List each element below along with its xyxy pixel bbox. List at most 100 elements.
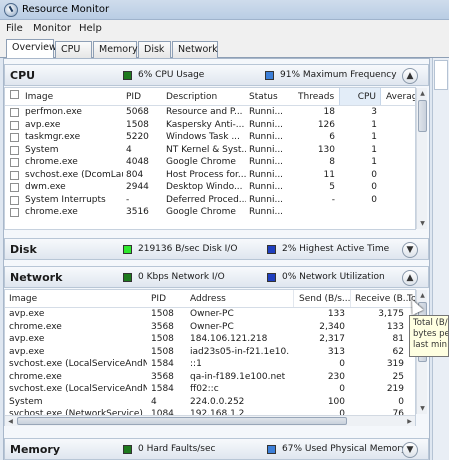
table-cell: 81 xyxy=(392,334,404,344)
col-image[interactable]: Image xyxy=(25,92,53,102)
network-table-header: Image PID Address Send (B/s... Receive (… xyxy=(5,290,415,308)
resource-monitor-icon xyxy=(4,3,18,17)
cpu-frequency-text: 91% Maximum Frequency xyxy=(280,70,397,80)
table-cell: 3516 xyxy=(126,207,149,217)
table-row[interactable]: System Interrupts - Deferred Proced... Runn… xyxy=(5,194,415,207)
col-pid[interactable]: PID xyxy=(126,92,141,102)
row-checkbox[interactable] xyxy=(10,145,19,155)
table-row[interactable]: System 4 224.0.0.252 100 0 xyxy=(5,396,415,409)
table-cell: Runni... xyxy=(249,169,284,180)
network-section-header[interactable]: Network 0 Kbps Network I/O 0% Network Ut… xyxy=(4,266,429,288)
table-row[interactable]: avp.exe 1508 Kaspersky Anti-... Runni... 126… xyxy=(5,119,415,132)
table-cell: 0 xyxy=(339,384,345,394)
row-checkbox[interactable] xyxy=(10,195,19,205)
scroll-up-icon[interactable]: ▲ xyxy=(418,291,427,300)
graph-panel-button[interactable] xyxy=(434,60,448,90)
table-cell: 4048 xyxy=(126,157,149,167)
disk-section-header[interactable]: Disk 219136 B/sec Disk I/O 2% Highest Ac… xyxy=(4,238,429,260)
scroll-thumb[interactable] xyxy=(418,100,427,132)
table-row[interactable]: chrome.exe 3516 Google Chrome Runni... xyxy=(5,206,415,219)
table-cell: 1508 xyxy=(151,334,174,344)
cpu-collapse-button[interactable]: ▲ xyxy=(402,68,418,84)
table-row[interactable]: avp.exe 1508 Owner-PC 133 3,175 xyxy=(5,308,415,321)
row-checkbox[interactable] xyxy=(10,158,19,167)
table-row[interactable]: chrome.exe 3568 Owner-PC 2,340 133 xyxy=(5,321,415,334)
scroll-right-icon[interactable]: ▶ xyxy=(405,417,414,426)
table-cell: 1508 xyxy=(151,309,174,319)
row-checkbox[interactable] xyxy=(10,120,19,130)
table-cell: 1 xyxy=(371,132,377,142)
col-address[interactable]: Address xyxy=(190,294,226,304)
network-horizontal-scrollbar[interactable]: ◀ ▶ xyxy=(5,415,415,426)
row-checkbox[interactable] xyxy=(10,108,19,117)
table-cell: - xyxy=(126,194,130,205)
disk-active-text: 2% Highest Active Time xyxy=(282,244,390,254)
col-description[interactable]: Description xyxy=(166,92,217,102)
col-average-cpu[interactable]: Averag xyxy=(386,92,415,102)
network-io-indicator xyxy=(123,273,132,282)
table-cell: chrome.exe xyxy=(25,207,78,217)
table-cell: Runni... xyxy=(249,144,284,155)
scroll-left-icon[interactable]: ◀ xyxy=(6,417,15,426)
menu-file[interactable]: File xyxy=(6,23,23,34)
cpu-process-table: Image PID Description Status Threads CPU… xyxy=(4,87,416,230)
col-send[interactable]: Send (B/s... xyxy=(299,294,351,304)
disk-section-title: Disk xyxy=(10,243,37,256)
network-section-title: Network xyxy=(10,271,63,284)
menu-monitor[interactable]: Monitor xyxy=(33,23,71,34)
scroll-up-icon[interactable]: ▲ xyxy=(418,89,427,98)
table-row[interactable]: dwm.exe 2944 Desktop Windo... Runni... 5 0 xyxy=(5,181,415,194)
table-row[interactable]: taskmgr.exe 5220 Windows Task ... Runni... 6… xyxy=(5,131,415,144)
col-threads[interactable]: Threads xyxy=(298,92,334,102)
col-receive[interactable]: Receive (B... xyxy=(355,294,411,304)
cpu-usage-text: 6% CPU Usage xyxy=(138,70,205,80)
table-cell: 8 xyxy=(329,157,335,167)
scroll-down-icon[interactable]: ▼ xyxy=(418,404,427,413)
table-row[interactable]: svchost.exe (LocalServiceAndNo... 1584::1… xyxy=(5,358,415,371)
table-cell: perfmon.exe xyxy=(25,107,82,117)
table-row[interactable]: svchost.exe (DcomLau...804 Host Process f… xyxy=(5,169,415,182)
cpu-vertical-scrollbar[interactable]: ▲ ▼ xyxy=(416,88,427,229)
table-cell: avp.exe xyxy=(9,309,45,319)
table-cell: 0 xyxy=(371,169,377,180)
table-row[interactable]: chrome.exe 3568 qa-in-f189.1e100.net 230 25 xyxy=(5,371,415,384)
table-cell: chrome.exe xyxy=(25,157,78,167)
table-row[interactable]: svchost.exe (LocalServiceAndNo... 1584 ff0… xyxy=(5,383,415,396)
select-all-checkbox[interactable] xyxy=(10,90,19,99)
table-row[interactable]: System 4 NT Kernel & Syst... Runni... 130 1 xyxy=(5,144,415,157)
tab-network[interactable]: Network xyxy=(172,41,218,58)
tab-memory[interactable]: Memory xyxy=(93,41,138,58)
row-checkbox[interactable] xyxy=(10,183,19,192)
used-memory-text: 67% Used Physical Memory xyxy=(282,444,407,454)
row-checkbox[interactable] xyxy=(10,133,19,142)
table-row[interactable]: perfmon.exe 5068 Resource and P... Runni...… xyxy=(5,106,415,119)
network-collapse-button[interactable]: ▲ xyxy=(402,270,418,286)
memory-section-header[interactable]: Memory 0 Hard Faults/sec 67% Used Physic… xyxy=(4,438,429,460)
table-cell: 1508 xyxy=(151,346,174,357)
tab-disk[interactable]: Disk xyxy=(138,41,171,58)
table-row[interactable]: chrome.exe 4048 Google Chrome Runni... 8 1 xyxy=(5,156,415,169)
disk-expand-button[interactable]: ▼ xyxy=(402,242,418,258)
col-cpu[interactable]: CPU xyxy=(339,88,381,105)
col-status[interactable]: Status xyxy=(249,92,278,102)
scroll-thumb[interactable] xyxy=(17,417,347,425)
table-cell: Runni... xyxy=(249,132,284,142)
memory-expand-button[interactable]: ▼ xyxy=(402,442,418,458)
row-checkbox[interactable] xyxy=(10,208,19,217)
col-pid[interactable]: PID xyxy=(151,294,166,304)
tab-overview[interactable]: Overview xyxy=(6,39,57,59)
table-row[interactable]: avp.exe 1508 iad23s05-in-f21.1e10... 313 62 xyxy=(5,346,415,359)
col-image[interactable]: Image xyxy=(9,294,37,304)
cpu-section-header[interactable]: CPU 6% CPU Usage 91% Maximum Frequency ▲ xyxy=(4,64,429,86)
network-io-text: 0 Kbps Network I/O xyxy=(138,272,225,282)
scroll-down-icon[interactable]: ▼ xyxy=(418,219,427,228)
network-utilization-indicator xyxy=(267,273,276,282)
table-cell: 319 xyxy=(386,359,404,369)
table-cell: 4 xyxy=(151,396,157,407)
tab-cpu[interactable]: CPU xyxy=(55,41,92,58)
table-cell: Runni... xyxy=(249,182,284,192)
table-row[interactable]: avp.exe 1508 184.106.121.218 2,317 81 xyxy=(5,333,415,346)
table-cell: 5 xyxy=(329,182,335,192)
row-checkbox[interactable] xyxy=(10,170,19,180)
menu-help[interactable]: Help xyxy=(79,23,102,34)
